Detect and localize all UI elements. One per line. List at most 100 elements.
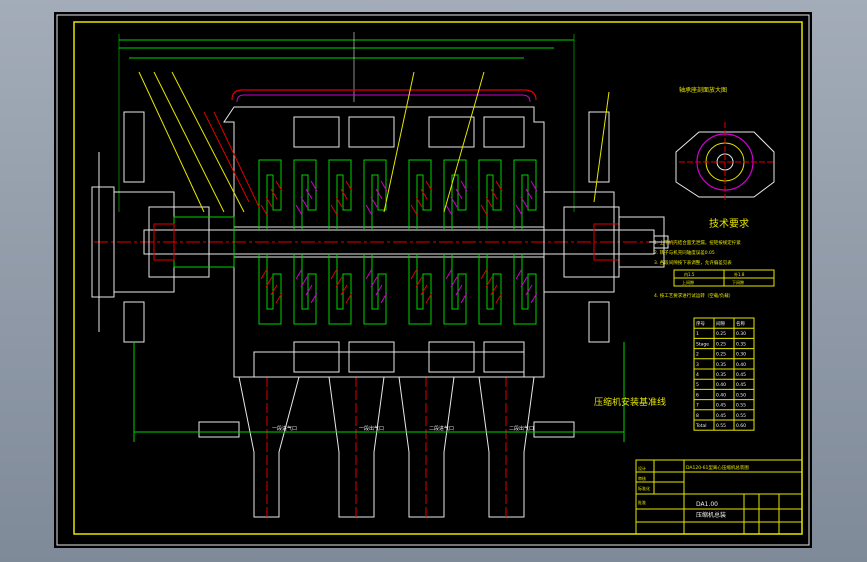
hatch-line: [375, 188, 383, 200]
hatch-line: [340, 284, 348, 296]
clearance-table: 序号 间隙 名称 1 0.25 0.30 Stage 0.25 0.35 2 0.25 0.30 3 0.…: [693, 317, 755, 431]
table-cell: 0.45: [736, 372, 746, 378]
drawing-number: DA1.00: [696, 501, 718, 508]
hatch-line: [295, 204, 303, 216]
hatch-line: [305, 188, 313, 200]
table-cell: 0.35: [736, 341, 746, 347]
table-cell: 0.55: [716, 423, 726, 429]
hatch-line: [445, 204, 453, 216]
hatch-line: [410, 268, 418, 280]
table-cell: Total: [695, 423, 707, 429]
table-cell: 名称: [736, 320, 745, 327]
hatch-line: [420, 284, 428, 296]
hatch-line: [490, 188, 498, 200]
leader-lines: [138, 71, 610, 213]
reference-line-label: 压缩机安装基准线: [594, 396, 666, 408]
table-cell: 3: [696, 362, 699, 368]
hatch-line: [525, 188, 533, 200]
table-cell: 0.40: [716, 392, 726, 398]
project-title: DA120-61型离心压缩机总装图: [686, 464, 749, 471]
table-cell: 0.40: [736, 362, 746, 368]
bearing-detail-view: 轴承座剖面放大图: [675, 86, 775, 202]
hatch-line: [525, 284, 533, 296]
impeller-3-up: [328, 159, 352, 230]
tech-item-2: 2. 转子与机壳同轴度误差0.05: [654, 249, 715, 256]
hatch-line: [455, 284, 463, 296]
hatch-line: [480, 204, 488, 216]
table-cell: 0.45: [736, 382, 746, 388]
hatch-line: [445, 268, 453, 280]
hatch-line: [490, 284, 498, 296]
impeller-7-down: [478, 254, 502, 325]
mini-cell-3: 上间隙: [682, 279, 694, 285]
tb-label-4: 批准: [638, 499, 646, 505]
table-cell: 0.25: [716, 331, 726, 337]
table-cell: 0.50: [736, 392, 746, 398]
tech-item-1: 1. 上下机壳结合面无泄漏，扭矩按规定拧紧: [654, 239, 741, 246]
drawing-sheet[interactable]: 一段进气口 一段出气口 二段进气口 二段出气口 压缩机安装基准线 轴承座剖面放大…: [54, 12, 812, 548]
hatch-line: [410, 204, 418, 216]
hatch-line: [515, 204, 523, 216]
table-cell: 0.25: [716, 352, 726, 358]
right-bearing-housing: [543, 111, 665, 343]
tech-note: 4. 按工艺要求进行试运转（空载/负载）: [654, 292, 733, 299]
table-cell: 0.30: [736, 352, 746, 358]
hatch-line: [295, 268, 303, 280]
hatch-line: [375, 284, 383, 296]
hatch-line: [365, 204, 373, 216]
detail-title: 轴承座剖面放大图: [679, 86, 727, 94]
hatch-line: [270, 188, 278, 200]
table-cell: 8: [696, 413, 699, 419]
hatch-line: [270, 284, 278, 296]
table-cell: 6: [696, 392, 699, 398]
table-cell: 0.30: [736, 331, 746, 337]
impeller-7-up: [478, 159, 502, 230]
outlet-label-2: 一段出气口: [359, 425, 384, 432]
table-cell: 5: [696, 382, 699, 388]
outlet-label-3: 二段进气口: [429, 425, 454, 432]
hatch-line: [305, 284, 313, 296]
impeller-5-down: [408, 254, 432, 325]
table-cell: 7: [696, 403, 699, 409]
mini-cell-2: 外1.8: [734, 271, 745, 277]
hatch-line: [330, 268, 338, 280]
table-cell: 间隙: [716, 320, 725, 327]
table-cell: 2: [696, 352, 699, 358]
hatch-line: [365, 268, 373, 280]
hatch-line: [455, 188, 463, 200]
impeller-1-down: [258, 254, 282, 325]
drawing-name: 压缩机总装: [696, 511, 726, 519]
table-cell: 0.35: [716, 362, 726, 368]
table-cell: 0.40: [716, 382, 726, 388]
impeller-1-up: [258, 159, 282, 230]
left-bearing-housing: [91, 111, 235, 343]
mini-cell-4: 下间隙: [732, 279, 744, 285]
mini-cell-1: 内1.5: [684, 271, 695, 277]
table-cell: 序号: [696, 320, 705, 327]
tb-label-1: 设计: [638, 465, 646, 471]
tech-heading: 技术要求: [709, 217, 749, 230]
technical-requirements: 技术要求 1. 上下机壳结合面无泄漏，扭矩按规定拧紧 2. 转子与机壳同轴度误差…: [654, 217, 775, 299]
assembly-drawing: 一段进气口 一段出气口 二段进气口 二段出气口 压缩机安装基准线 轴承座剖面放大…: [56, 14, 810, 546]
impeller-6-up: [443, 159, 467, 230]
table-cell: 0.35: [716, 372, 726, 378]
impeller-6-down: [443, 254, 467, 325]
hatch-line: [420, 188, 428, 200]
tech-item-3: 3. 各段间隙按下表调整，允许偏差见表: [654, 259, 732, 266]
outlet-label-1: 一段进气口: [272, 425, 297, 432]
impeller-2-down: [293, 254, 317, 325]
table-cell: 0.55: [736, 403, 746, 409]
impeller-5-up: [408, 159, 432, 230]
impeller-2-up: [293, 159, 317, 230]
table-cell: 0.60: [736, 423, 746, 429]
hatch-line: [260, 204, 268, 216]
cad-viewport: 一段进气口 一段出气口 二段进气口 二段出气口 压缩机安装基准线 轴承座剖面放大…: [0, 0, 867, 562]
tb-label-2: 审核: [638, 475, 646, 481]
impeller-8-down: [513, 254, 537, 325]
table-cell: 0.25: [716, 341, 726, 347]
hatch-line: [340, 188, 348, 200]
table-cell: 0.45: [716, 403, 726, 409]
table-cell: 4: [696, 372, 699, 378]
table-cell: 1: [696, 331, 699, 337]
title-block: DA120-61型离心压缩机总装图 DA1.00 压缩机总装 设计 审核 标准化…: [635, 459, 803, 535]
